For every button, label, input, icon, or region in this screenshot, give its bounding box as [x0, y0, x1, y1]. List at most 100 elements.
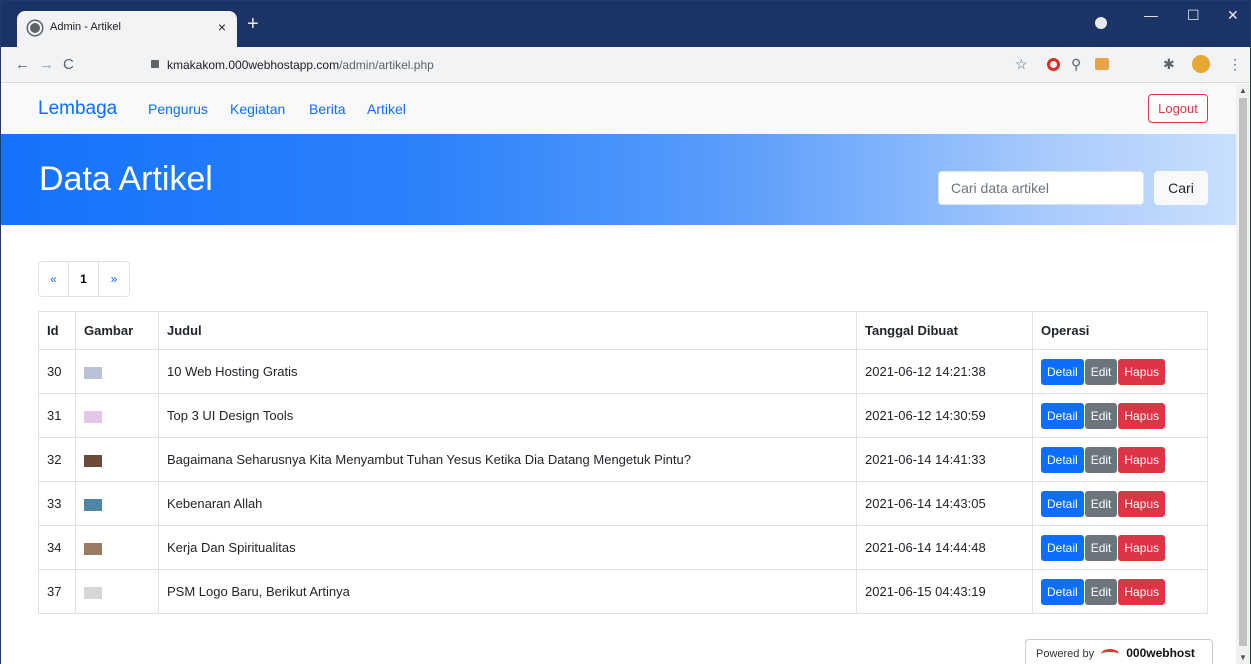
delete-button[interactable]: Hapus — [1118, 490, 1166, 517]
extension-icon[interactable]: ⚲ — [1071, 56, 1081, 73]
cell-judul: Bagaimana Seharusnya Kita Menyambut Tuha… — [158, 437, 857, 482]
scrollbar-thumb[interactable] — [1239, 98, 1247, 646]
host-name: 000webhost — [1126, 646, 1195, 660]
cell-judul: Kebenaran Allah — [158, 481, 857, 526]
cell-tanggal: 2021-06-14 14:43:05 — [856, 481, 1033, 526]
cell-tanggal: 2021-06-12 14:21:38 — [856, 349, 1033, 394]
globe-icon — [28, 21, 42, 35]
column-header-id: Id — [38, 311, 76, 350]
delete-button[interactable]: Hapus — [1118, 578, 1166, 605]
table-row: 31 Top 3 UI Design Tools 2021-06-12 14:30:… — [38, 393, 1208, 438]
new-tab-button[interactable]: + — [247, 13, 259, 36]
cell-tanggal: 2021-06-14 14:44:48 — [856, 525, 1033, 570]
table-header-row: Id Gambar Judul Tanggal Dibuat Operasi — [38, 311, 1208, 350]
powered-by-badge[interactable]: Powered by 000webhost — [1025, 639, 1213, 664]
browser-window: Admin - Artikel × + — ☐ ✕ ← → C kmakakom… — [0, 0, 1251, 664]
cell-operasi: Detail Edit Hapus — [1032, 525, 1208, 570]
lock-icon — [151, 60, 159, 68]
opera-extension-icon[interactable] — [1047, 58, 1060, 71]
cell-judul: Kerja Dan Spiritualitas — [158, 525, 857, 570]
edit-button[interactable]: Edit — [1084, 490, 1118, 517]
delete-button[interactable]: Hapus — [1118, 446, 1166, 473]
detail-button[interactable]: Detail — [1041, 490, 1084, 517]
bookmark-star-icon[interactable]: ☆ — [1015, 56, 1028, 73]
table-row: 33 Kebenaran Allah 2021-06-14 14:43:05 Deta… — [38, 481, 1208, 526]
column-header-operasi: Operasi — [1032, 311, 1208, 350]
scrollbar[interactable]: ▲ ▼ — [1236, 84, 1250, 664]
reload-icon[interactable]: C — [63, 56, 74, 73]
cell-judul: Top 3 UI Design Tools — [158, 393, 857, 438]
cell-gambar — [75, 393, 159, 438]
cell-operasi: Detail Edit Hapus — [1032, 393, 1208, 438]
delete-button[interactable]: Hapus — [1118, 534, 1166, 561]
edit-button[interactable]: Edit — [1084, 578, 1118, 605]
article-thumbnail — [84, 454, 102, 467]
cell-operasi: Detail Edit Hapus — [1032, 569, 1208, 614]
maximize-button[interactable]: ☐ — [1187, 7, 1200, 24]
edit-button[interactable]: Edit — [1084, 358, 1118, 385]
detail-button[interactable]: Detail — [1041, 402, 1084, 429]
cell-gambar — [75, 569, 159, 614]
url-text[interactable]: kmakakom.000webhostapp.com/admin/artikel… — [167, 58, 434, 72]
table-row: 37 PSM Logo Baru, Berikut Artinya 2021-06-… — [38, 569, 1208, 614]
nav-link-berita[interactable]: Berita — [309, 101, 346, 117]
forward-icon[interactable]: → — [39, 56, 54, 73]
minimize-button[interactable]: — — [1144, 7, 1158, 23]
url-host: kmakakom.000webhostapp.com — [167, 58, 340, 72]
pagination-prev[interactable]: « — [39, 262, 69, 296]
account-icon[interactable] — [1095, 17, 1107, 29]
edit-button[interactable]: Edit — [1084, 402, 1118, 429]
cell-gambar — [75, 349, 159, 394]
cell-judul: 10 Web Hosting Gratis — [158, 349, 857, 394]
close-window-button[interactable]: ✕ — [1227, 7, 1239, 24]
logout-button[interactable]: Logout — [1148, 94, 1208, 123]
browser-tab[interactable]: Admin - Artikel × — [17, 11, 237, 47]
delete-button[interactable]: Hapus — [1118, 358, 1166, 385]
cell-tanggal: 2021-06-15 04:43:19 — [856, 569, 1033, 614]
article-thumbnail — [84, 586, 102, 599]
extension-icon[interactable] — [1095, 58, 1109, 70]
nav-link-pengurus[interactable]: Pengurus — [148, 101, 208, 117]
address-bar[interactable]: kmakakom.000webhostapp.com/admin/artikel… — [111, 52, 1031, 78]
pagination-next[interactable]: » — [99, 262, 129, 296]
table-row: 32 Bagaimana Seharusnya Kita Menyambut Tu… — [38, 437, 1208, 482]
menu-icon[interactable]: ⋮ — [1228, 56, 1242, 73]
site-navbar: Lembaga Pengurus Kegiatan Berita Artikel… — [1, 84, 1236, 134]
cell-operasi: Detail Edit Hapus — [1032, 437, 1208, 482]
nav-link-artikel[interactable]: Artikel — [367, 101, 406, 117]
scroll-down-icon[interactable]: ▼ — [1239, 653, 1247, 662]
cell-id: 37 — [38, 569, 76, 614]
delete-button[interactable]: Hapus — [1118, 402, 1166, 429]
cell-gambar — [75, 481, 159, 526]
detail-button[interactable]: Detail — [1041, 578, 1084, 605]
back-icon[interactable]: ← — [15, 56, 30, 73]
article-table: Id Gambar Judul Tanggal Dibuat Operasi 3… — [38, 311, 1208, 614]
table-row: 34 Kerja Dan Spiritualitas 2021-06-14 14:4… — [38, 525, 1208, 570]
scroll-up-icon[interactable]: ▲ — [1239, 86, 1247, 95]
brand-link[interactable]: Lembaga — [38, 98, 117, 120]
nav-link-kegiatan[interactable]: Kegiatan — [230, 101, 285, 117]
profile-avatar[interactable] — [1192, 55, 1210, 73]
article-thumbnail — [84, 542, 102, 555]
web-page: Lembaga Pengurus Kegiatan Berita Artikel… — [1, 84, 1236, 664]
cell-id: 34 — [38, 525, 76, 570]
detail-button[interactable]: Detail — [1041, 358, 1084, 385]
detail-button[interactable]: Detail — [1041, 534, 1084, 561]
detail-button[interactable]: Detail — [1041, 446, 1084, 473]
pagination-page[interactable]: 1 — [69, 262, 99, 296]
table-row: 30 10 Web Hosting Gratis 2021-06-12 14:21:… — [38, 349, 1208, 394]
tab-close-icon[interactable]: × — [218, 19, 226, 35]
powered-by-text: Powered by — [1036, 648, 1095, 660]
column-header-judul: Judul — [158, 311, 857, 350]
page-title: Data Artikel — [39, 160, 213, 198]
cell-id: 31 — [38, 393, 76, 438]
edit-button[interactable]: Edit — [1084, 534, 1118, 561]
tab-title: Admin - Artikel — [50, 21, 121, 33]
cell-tanggal: 2021-06-14 14:41:33 — [856, 437, 1033, 482]
search-button[interactable]: Cari — [1154, 171, 1208, 205]
url-path: /admin/artikel.php — [339, 58, 434, 72]
search-input[interactable] — [938, 171, 1144, 205]
edit-button[interactable]: Edit — [1084, 446, 1118, 473]
page-header: Data Artikel Cari — [1, 134, 1236, 225]
puzzle-icon[interactable]: ✱ — [1163, 56, 1175, 73]
